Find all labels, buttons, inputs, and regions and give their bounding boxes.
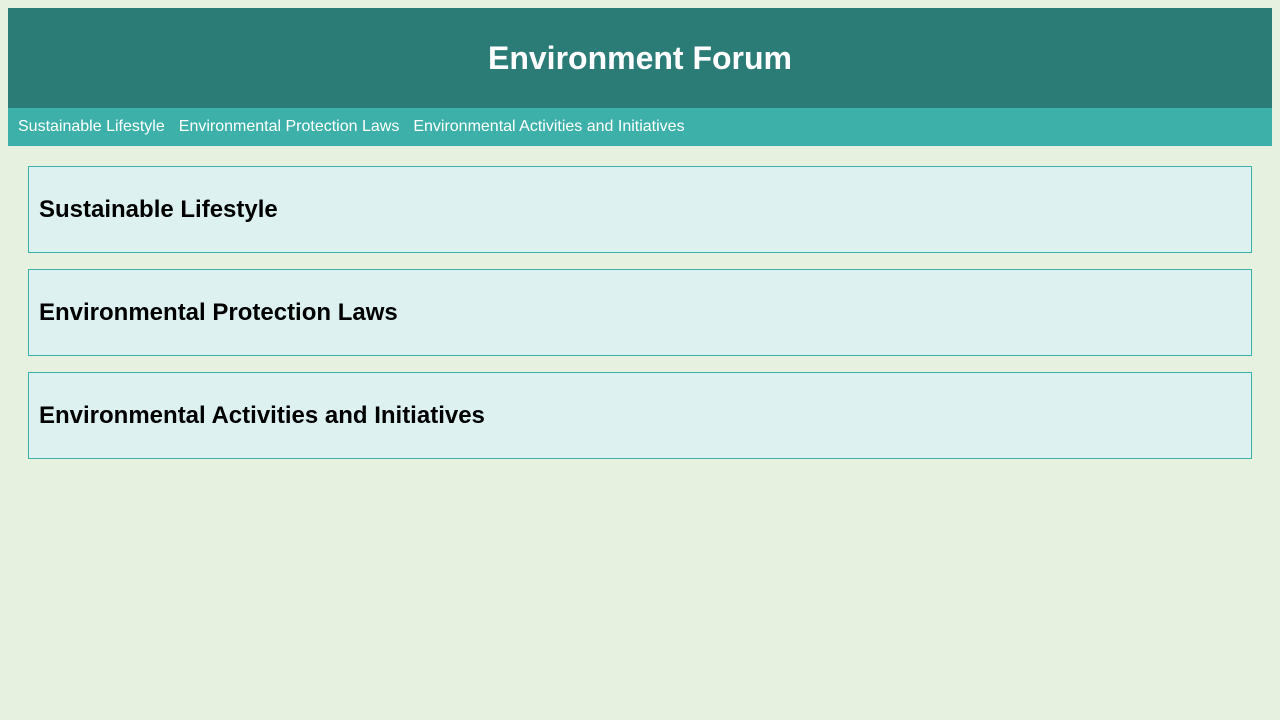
- page: Environment Forum Sustainable Lifestyle …: [8, 8, 1272, 475]
- nav-link-environmental-activities[interactable]: Environmental Activities and Initiatives: [413, 118, 684, 136]
- nav-link-sustainable-lifestyle[interactable]: Sustainable Lifestyle: [18, 118, 165, 136]
- site-title: Environment Forum: [487, 39, 792, 76]
- nav-link-environmental-protection-laws[interactable]: Environmental Protection Laws: [179, 118, 400, 136]
- section-environmental-protection-laws: Environmental Protection Laws: [28, 269, 1252, 356]
- main-nav: Sustainable Lifestyle Environmental Prot…: [8, 108, 1272, 146]
- main-content: Sustainable Lifestyle Environmental Prot…: [8, 146, 1272, 459]
- section-environmental-activities: Environmental Activities and Initiatives: [28, 372, 1252, 459]
- site-header: Environment Forum: [8, 8, 1272, 108]
- section-title: Environmental Activities and Initiatives: [39, 401, 485, 429]
- section-title: Sustainable Lifestyle: [39, 195, 278, 223]
- section-title: Environmental Protection Laws: [39, 298, 398, 326]
- section-sustainable-lifestyle: Sustainable Lifestyle: [28, 166, 1252, 253]
